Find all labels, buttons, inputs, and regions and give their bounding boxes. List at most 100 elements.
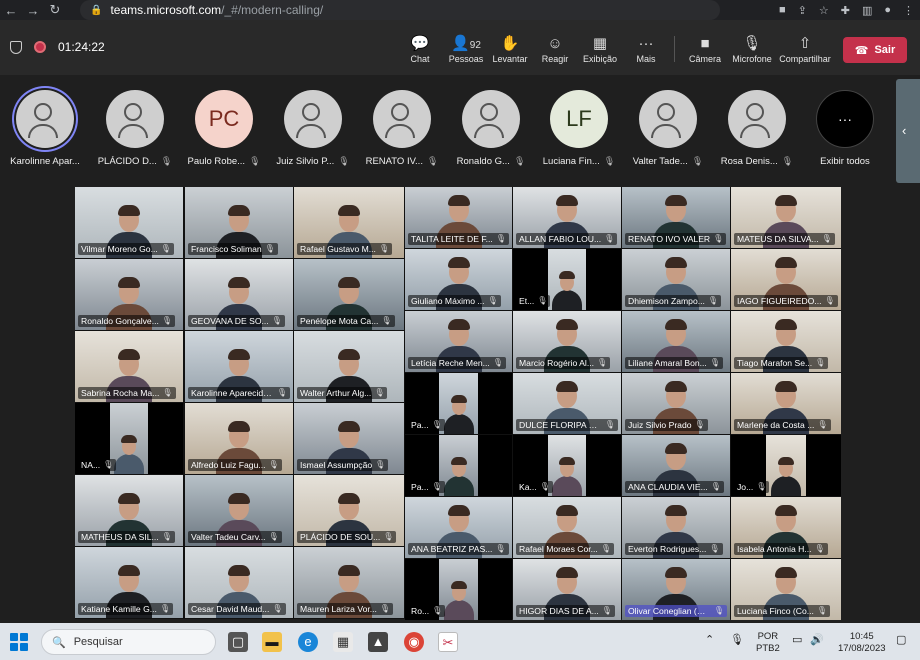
bookmark-star-icon[interactable]: ☆: [819, 4, 829, 17]
camera-permission-icon[interactable]: ■: [779, 4, 786, 16]
participant-card[interactable]: Karolinne Apar...: [0, 90, 90, 167]
video-tile[interactable]: Pa... 🎙: [405, 435, 512, 496]
taskbar-search[interactable]: 🔍 Pesquisar: [41, 629, 216, 655]
video-tile[interactable]: Marlene da Costa ... 🎙: [731, 373, 841, 434]
participant-card[interactable]: Juiz Silvio P... 🎙: [268, 90, 358, 167]
windows-start-icon[interactable]: [10, 633, 28, 651]
participant-card[interactable]: Rosa Denis... 🎙: [712, 90, 802, 167]
snipping-tool-icon[interactable]: ✂: [438, 632, 458, 652]
raise-hand-button[interactable]: ✋ Levantar: [492, 34, 528, 64]
view-all-button[interactable]: ··· Exibir todos: [800, 90, 890, 167]
video-tile[interactable]: Walter Arthur Alg... 🎙: [294, 331, 404, 402]
video-figure-hair: [559, 271, 575, 279]
video-tile[interactable]: Mauren Lariza Vor... 🎙: [294, 547, 404, 618]
video-tile[interactable]: Katiane Kamille G... 🎙: [75, 547, 183, 618]
camera-button[interactable]: ■ Câmera: [688, 34, 722, 64]
video-tile[interactable]: Jo... 🎙: [731, 435, 841, 496]
participant-card[interactable]: LF Luciana Fin... 🎙: [534, 90, 624, 167]
clock[interactable]: 10:45 17/08/2023: [838, 631, 886, 655]
video-tile[interactable]: Francisco Soliman 🎙: [185, 187, 293, 258]
video-tile[interactable]: RENATO IVO VALER 🎙: [622, 187, 730, 248]
strip-overflow-thumbnail[interactable]: [896, 79, 920, 183]
reload-icon[interactable]: ↻: [44, 2, 66, 18]
video-tile[interactable]: Isabela Antonia H... 🎙: [731, 497, 841, 558]
video-tile[interactable]: ANA CLAUDIA VIE... 🎙: [622, 435, 730, 496]
share-button[interactable]: ⇧ Compartilhar: [778, 34, 832, 64]
participant-card[interactable]: RENATO IV... 🎙: [357, 90, 447, 167]
share-page-icon[interactable]: ⇪: [798, 4, 807, 17]
tile-participant-name: Olivar Coneglian (Co...: [628, 606, 711, 616]
notification-icon[interactable]: ▢: [896, 634, 906, 646]
video-tile[interactable]: Vilmar Moreno Go... 🎙: [75, 187, 183, 258]
video-tile[interactable]: Alfredo Luiz Fagu... 🎙: [185, 403, 293, 474]
video-tile[interactable]: NA... 🎙: [75, 403, 183, 474]
video-tile[interactable]: Cesar David Maud... 🎙: [185, 547, 293, 618]
participant-card[interactable]: Valter Tade... 🎙: [623, 90, 713, 167]
video-tile[interactable]: HIGOR DIAS DE A... 🎙: [513, 559, 621, 620]
view-button[interactable]: ▦ Exibição: [582, 34, 618, 64]
video-tile[interactable]: Penélope Mota Ca... 🎙: [294, 259, 404, 330]
leave-button[interactable]: ☎ Sair: [843, 37, 907, 63]
file-explorer-icon[interactable]: ▬: [262, 632, 282, 652]
video-tile[interactable]: Luciana Finco (Co... 🎙: [731, 559, 841, 620]
video-tile[interactable]: Ro... 🎙: [405, 559, 512, 620]
chevron-left-icon[interactable]: ‹: [902, 123, 906, 138]
video-tile[interactable]: ANA BEATRIZ PAS... 🎙: [405, 497, 512, 558]
video-tile[interactable]: Pa... 🎙: [405, 373, 512, 434]
lock-icon[interactable]: 🔒: [90, 5, 102, 16]
video-tile[interactable]: ALLAN FABIO LOU... 🎙: [513, 187, 621, 248]
video-tile[interactable]: Ismael Assumpção 🎙: [294, 403, 404, 474]
more-button[interactable]: ··· Mais: [632, 34, 660, 64]
shield-icon[interactable]: [10, 40, 22, 54]
video-tile[interactable]: MATHEUS DA SIL... 🎙: [75, 475, 183, 546]
video-tile[interactable]: Dhiemison Zampo... 🎙: [622, 249, 730, 310]
video-tile[interactable]: MATEUS DA SILVA... 🎙: [731, 187, 841, 248]
volume-icon[interactable]: 🔊: [810, 634, 824, 646]
video-tile[interactable]: Olivar Coneglian (Co... 🎙: [622, 559, 730, 620]
people-button[interactable]: 👤92 Pessoas: [446, 34, 486, 64]
video-tile[interactable]: Ka... 🎙: [513, 435, 621, 496]
address-bar[interactable]: 🔒 teams.microsoft.com /_#/modern-calling…: [80, 0, 720, 20]
video-tile[interactable]: IAGO FIGUEIREDO... 🎙: [731, 249, 841, 310]
extensions-icon[interactable]: ✚: [841, 4, 850, 17]
video-tile[interactable]: DULCE FLORIPA C... 🎙: [513, 373, 621, 434]
sidebar-icon[interactable]: ▥: [862, 4, 872, 17]
video-tile[interactable]: Sabrina Rocha Ma... 🎙: [75, 331, 183, 402]
video-tile[interactable]: PLÁCIDO DE SOU... 🎙: [294, 475, 404, 546]
video-tile[interactable]: Rafael Gustavo M... 🎙: [294, 187, 404, 258]
video-tile[interactable]: Ronaldo Gonçalve... 🎙: [75, 259, 183, 330]
store-icon[interactable]: ▦: [333, 632, 353, 652]
participant-card[interactable]: Ronaldo G... 🎙: [446, 90, 536, 167]
video-tile[interactable]: Liliane Amaral Bon... 🎙: [622, 311, 730, 372]
video-tile[interactable]: GEOVANA DE SO... 🎙: [185, 259, 293, 330]
back-icon[interactable]: ←: [0, 3, 22, 18]
video-tile[interactable]: Juiz Silvio Prado 🎙: [622, 373, 730, 434]
language-indicator[interactable]: POR PTB2: [756, 631, 780, 655]
video-tile[interactable]: Everton Rodrigues... 🎙: [622, 497, 730, 558]
video-figure-hair: [338, 277, 360, 288]
video-tile[interactable]: Marcio Rogério Al... 🎙: [513, 311, 621, 372]
participant-card[interactable]: PLÁCIDO D... 🎙: [90, 90, 180, 167]
app-icon[interactable]: ▲: [368, 632, 388, 652]
video-tile[interactable]: Karolinne Aparecida ... 🎙: [185, 331, 293, 402]
task-view-icon[interactable]: ▢: [228, 632, 248, 652]
video-tile[interactable]: Letícia Reche Men... 🎙: [405, 311, 512, 372]
mic-button[interactable]: 🎙 Microfone: [730, 34, 774, 64]
forward-icon[interactable]: →: [22, 3, 44, 18]
network-icon[interactable]: ▭: [792, 634, 802, 646]
video-tile[interactable]: Rafael Moraes Cor... 🎙: [513, 497, 621, 558]
tray-overflow-icon[interactable]: ⌃: [705, 634, 714, 646]
react-button[interactable]: ☺ Reagir: [540, 34, 570, 64]
browser-menu-icon[interactable]: ⋮: [903, 4, 914, 17]
chat-button[interactable]: 💬 Chat: [406, 34, 434, 64]
tray-mic-icon[interactable]: 🎙: [730, 634, 744, 646]
participant-card[interactable]: PC Paulo Robe... 🎙: [179, 90, 269, 167]
video-tile[interactable]: TALITA LEITE DE F... 🎙: [405, 187, 512, 248]
edge-browser-icon[interactable]: e: [298, 632, 318, 652]
video-tile[interactable]: Giuliano Máximo ... 🎙: [405, 249, 512, 310]
video-tile[interactable]: Tiago Marafon Se... 🎙: [731, 311, 841, 372]
chrome-icon[interactable]: ◉: [404, 632, 424, 652]
video-tile[interactable]: Et... 🎙: [513, 249, 621, 310]
profile-icon[interactable]: ●: [884, 4, 891, 16]
video-tile[interactable]: Valter Tadeu Carv... 🎙: [185, 475, 293, 546]
